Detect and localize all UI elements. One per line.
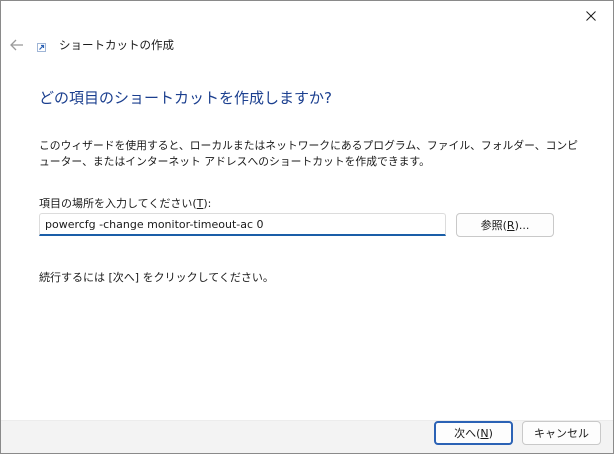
location-label-suffix: ): — [203, 197, 212, 210]
back-button[interactable] — [7, 35, 27, 55]
instruction-text: 続行するには [次へ] をクリックしてください。 — [39, 271, 274, 284]
cancel-button[interactable]: キャンセル — [522, 421, 601, 445]
browse-label-prefix: 参照( — [480, 219, 507, 232]
location-input[interactable] — [39, 213, 446, 236]
browse-accesskey: R — [506, 218, 515, 232]
next-label-prefix: 次へ( — [454, 427, 481, 440]
next-button[interactable]: 次へ(N) — [434, 421, 513, 445]
close-icon — [586, 11, 596, 21]
shortcut-arrow-icon — [36, 42, 46, 52]
next-label-suffix: ) — [488, 426, 493, 440]
browse-label-suffix: )... — [514, 218, 530, 232]
location-label: 項目の場所を入力してください(T): — [39, 195, 211, 211]
page-heading: どの項目のショートカットを作成しますか? — [39, 89, 332, 107]
back-arrow-icon — [10, 39, 23, 51]
wizard-description: このウィザードを使用すると、ローカルまたはネットワークにあるプログラム、ファイル… — [39, 139, 578, 168]
location-label-prefix: 項目の場所を入力してください( — [39, 197, 197, 210]
close-button[interactable] — [569, 1, 613, 31]
browse-button[interactable]: 参照(R)... — [456, 213, 554, 237]
wizard-header: ショートカットの作成 — [1, 31, 613, 63]
wizard-title: ショートカットの作成 — [59, 38, 174, 52]
shortcut-wizard-window: ショートカットの作成 どの項目のショートカットを作成しますか? このウィザードを… — [0, 0, 614, 454]
next-accesskey: N — [480, 426, 489, 440]
